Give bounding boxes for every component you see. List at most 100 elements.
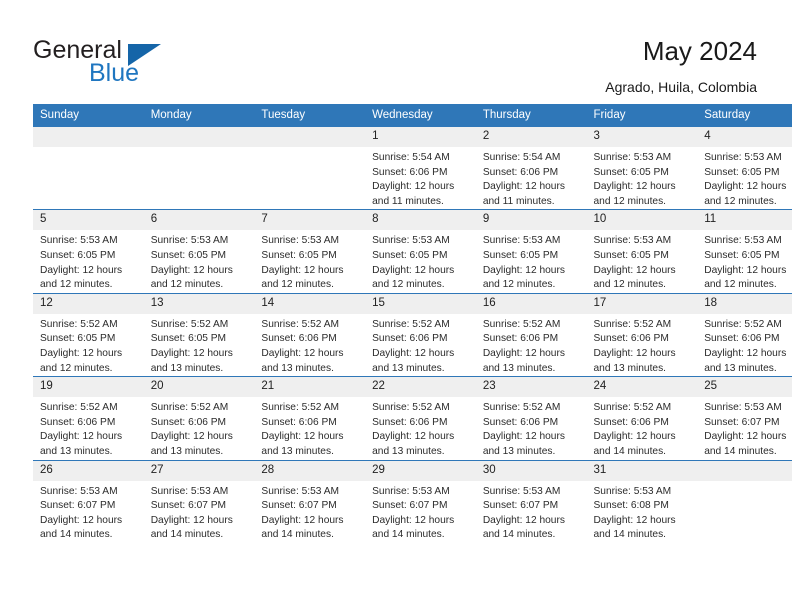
calendar-day-cell[interactable]: 3 Sunrise: 5:53 AM Sunset: 6:05 PM Daylight… xyxy=(586,125,698,210)
day-number: 4 xyxy=(697,127,792,147)
sunset-time: Sunset: 6:05 PM xyxy=(593,166,669,178)
calendar-day-cell[interactable]: 31 Sunrise: 5:53 AM Sunset: 6:08 PM Dayligh… xyxy=(586,459,698,543)
calendar-day-cell[interactable]: 18 Sunrise: 5:52 AM Sunset: 6:06 PM Dayligh… xyxy=(697,292,792,377)
sunrise-time: Sunrise: 5:53 AM xyxy=(704,402,782,414)
calendar-day-cell[interactable]: 2 Sunrise: 5:54 AM Sunset: 6:06 PM Daylight… xyxy=(475,125,587,210)
page-subtitle-location: Agrado, Huila, Colombia xyxy=(605,79,757,95)
calendar-day-cell[interactable]: 4 Sunrise: 5:53 AM Sunset: 6:05 PM Daylight… xyxy=(697,125,792,210)
calendar-day-cell[interactable]: 25 Sunrise: 5:53 AM Sunset: 6:07 PM Dayligh… xyxy=(697,376,792,460)
sunset-time: Sunset: 6:06 PM xyxy=(372,416,448,428)
calendar-day-cell[interactable]: 22 Sunrise: 5:52 AM Sunset: 6:06 PM Dayligh… xyxy=(365,376,476,460)
calendar-day-cell[interactable]: 20 Sunrise: 5:52 AM Sunset: 6:06 PM Dayligh… xyxy=(143,376,255,460)
day-number xyxy=(143,127,255,147)
daylight-duration-line2: and 14 minutes. xyxy=(482,529,556,541)
daylight-duration-line1: Daylight: 12 hours xyxy=(482,431,565,443)
weekday-header-saturday: Saturday xyxy=(697,104,792,127)
sunrise-time: Sunrise: 5:53 AM xyxy=(150,235,229,247)
calendar-day-cell[interactable]: 21 Sunrise: 5:52 AM Sunset: 6:06 PM Dayligh… xyxy=(254,376,366,460)
day-details: Sunrise: 5:53 AM Sunset: 6:07 PM Daylight:… xyxy=(365,481,476,543)
daylight-duration-line1: Daylight: 12 hours xyxy=(150,431,233,443)
day-number: 6 xyxy=(143,210,255,231)
daylight-duration-line1: Daylight: 12 hours xyxy=(40,514,123,526)
day-number: 13 xyxy=(143,293,255,314)
sunrise-time: Sunrise: 5:52 AM xyxy=(150,318,229,330)
weekday-headers: Sunday Monday Tuesday Wednesday Thursday Frid… xyxy=(33,104,792,127)
sunset-time: Sunset: 6:05 PM xyxy=(261,249,337,261)
calendar-day-cell[interactable]: 30 Sunrise: 5:53 AM Sunset: 6:07 PM Dayligh… xyxy=(475,459,587,543)
sunrise-time: Sunrise: 5:53 AM xyxy=(482,235,561,247)
calendar-day-cell[interactable]: 26 Sunrise: 5:53 AM Sunset: 6:07 PM Dayligh… xyxy=(33,459,144,543)
sunrise-time: Sunrise: 5:53 AM xyxy=(261,235,339,247)
calendar-day-cell[interactable]: 7 Sunrise: 5:53 AM Sunset: 6:05 PM Daylight… xyxy=(254,209,366,294)
day-details: Sunrise: 5:53 AM Sunset: 6:05 PM Daylight:… xyxy=(697,230,792,292)
sunset-time: Sunset: 6:07 PM xyxy=(704,416,780,428)
sunset-time: Sunset: 6:05 PM xyxy=(482,249,559,261)
daylight-duration-line2: and 12 minutes. xyxy=(40,279,113,291)
calendar-day-cell[interactable]: 14 Sunrise: 5:52 AM Sunset: 6:06 PM Dayligh… xyxy=(254,292,366,377)
calendar-table: Sunday Monday Tuesday Wednesday Thursday Frid… xyxy=(33,104,792,543)
day-number: 8 xyxy=(365,210,476,231)
sunrise-time: Sunrise: 5:53 AM xyxy=(40,235,118,247)
sunset-time: Sunset: 6:05 PM xyxy=(40,249,116,261)
sunset-time: Sunset: 6:05 PM xyxy=(372,249,448,261)
sunset-time: Sunset: 6:06 PM xyxy=(704,333,780,345)
daylight-duration-line1: Daylight: 12 hours xyxy=(150,264,233,276)
sunset-time: Sunset: 6:06 PM xyxy=(372,166,448,178)
calendar-day-cell[interactable]: 16 Sunrise: 5:52 AM Sunset: 6:06 PM Dayligh… xyxy=(475,292,587,377)
calendar-day-cell[interactable]: 15 Sunrise: 5:52 AM Sunset: 6:06 PM Dayligh… xyxy=(365,292,476,377)
calendar-container: Sunday Monday Tuesday Wednesday Thursday Frid… xyxy=(33,104,792,543)
calendar-day-cell[interactable]: 19 Sunrise: 5:52 AM Sunset: 6:06 PM Dayligh… xyxy=(33,376,144,460)
day-details: Sunrise: 5:53 AM Sunset: 6:07 PM Daylight:… xyxy=(33,481,144,543)
calendar-day-cell[interactable]: 6 Sunrise: 5:53 AM Sunset: 6:05 PM Daylight… xyxy=(143,209,255,294)
calendar-day-cell[interactable]: 28 Sunrise: 5:53 AM Sunset: 6:07 PM Dayligh… xyxy=(254,459,366,543)
daylight-duration-line2: and 13 minutes. xyxy=(372,362,445,374)
daylight-duration-line1: Daylight: 12 hours xyxy=(704,347,787,359)
day-number: 3 xyxy=(586,127,698,147)
calendar-day-cell[interactable]: 10 Sunrise: 5:53 AM Sunset: 6:05 PM Dayligh… xyxy=(586,209,698,294)
calendar-day-cell[interactable]: 8 Sunrise: 5:53 AM Sunset: 6:05 PM Daylight… xyxy=(365,209,476,294)
sunset-time: Sunset: 6:06 PM xyxy=(482,333,559,345)
daylight-duration-line2: and 14 minutes. xyxy=(261,529,334,541)
calendar-day-cell[interactable]: 23 Sunrise: 5:52 AM Sunset: 6:06 PM Dayligh… xyxy=(475,376,587,460)
day-details: Sunrise: 5:53 AM Sunset: 6:05 PM Daylight:… xyxy=(144,230,255,292)
day-details: Sunrise: 5:53 AM Sunset: 6:05 PM Daylight:… xyxy=(476,230,587,292)
sunrise-time: Sunrise: 5:52 AM xyxy=(40,318,118,330)
calendar-day-cell[interactable]: 27 Sunrise: 5:53 AM Sunset: 6:07 PM Dayligh… xyxy=(143,459,255,543)
weekday-header-tuesday: Tuesday xyxy=(254,104,366,127)
daylight-duration-line2: and 12 minutes. xyxy=(261,279,334,291)
calendar-day-cell[interactable]: 11 Sunrise: 5:53 AM Sunset: 6:05 PM Dayligh… xyxy=(697,209,792,294)
daylight-duration-line1: Daylight: 12 hours xyxy=(593,264,676,276)
day-number: 27 xyxy=(143,460,255,481)
calendar-day-cell[interactable]: 24 Sunrise: 5:52 AM Sunset: 6:06 PM Dayligh… xyxy=(586,376,698,460)
general-blue-logo[interactable]: General Blue xyxy=(33,36,243,92)
calendar-day-cell[interactable]: 13 Sunrise: 5:52 AM Sunset: 6:05 PM Dayligh… xyxy=(143,292,255,377)
calendar-day-cell[interactable]: 29 Sunrise: 5:53 AM Sunset: 6:07 PM Dayligh… xyxy=(365,459,476,543)
sunset-time: Sunset: 6:06 PM xyxy=(372,333,448,345)
daylight-duration-line1: Daylight: 12 hours xyxy=(372,347,455,359)
daylight-duration-line1: Daylight: 12 hours xyxy=(261,431,344,443)
daylight-duration-line1: Daylight: 12 hours xyxy=(482,264,565,276)
daylight-duration-line2: and 11 minutes. xyxy=(482,195,555,207)
day-details: Sunrise: 5:54 AM Sunset: 6:06 PM Daylight:… xyxy=(365,147,476,209)
day-details: Sunrise: 5:53 AM Sunset: 6:07 PM Daylight:… xyxy=(254,481,365,543)
daylight-duration-line1: Daylight: 12 hours xyxy=(150,347,233,359)
day-number: 16 xyxy=(475,293,587,314)
calendar-day-cell[interactable]: 5 Sunrise: 5:53 AM Sunset: 6:05 PM Daylight… xyxy=(33,209,144,294)
day-details: Sunrise: 5:53 AM Sunset: 6:05 PM Daylight:… xyxy=(697,147,792,209)
sunset-time: Sunset: 6:07 PM xyxy=(261,500,337,512)
calendar-header-row: Sunday Monday Tuesday Wednesday Thursday Frid… xyxy=(33,104,792,127)
calendar-day-cell[interactable]: 17 Sunrise: 5:52 AM Sunset: 6:06 PM Dayligh… xyxy=(586,292,698,377)
sunrise-time: Sunrise: 5:53 AM xyxy=(372,485,450,497)
calendar-day-cell[interactable]: 12 Sunrise: 5:52 AM Sunset: 6:05 PM Dayligh… xyxy=(33,292,144,377)
day-details: Sunrise: 5:53 AM Sunset: 6:05 PM Daylight:… xyxy=(33,230,144,292)
calendar-day-cell[interactable]: 9 Sunrise: 5:53 AM Sunset: 6:05 PM Daylight… xyxy=(475,209,587,294)
sunrise-time: Sunrise: 5:53 AM xyxy=(482,485,561,497)
calendar-day-cell[interactable]: 1 Sunrise: 5:54 AM Sunset: 6:06 PM Daylight… xyxy=(365,125,476,210)
day-number: 31 xyxy=(586,460,698,481)
daylight-duration-line2: and 13 minutes. xyxy=(40,445,113,457)
sunset-time: Sunset: 6:07 PM xyxy=(372,500,448,512)
daylight-duration-line1: Daylight: 12 hours xyxy=(593,347,676,359)
day-number: 30 xyxy=(475,460,587,481)
calendar-day-cell-empty xyxy=(254,125,366,210)
weekday-header-wednesday: Wednesday xyxy=(365,104,476,127)
